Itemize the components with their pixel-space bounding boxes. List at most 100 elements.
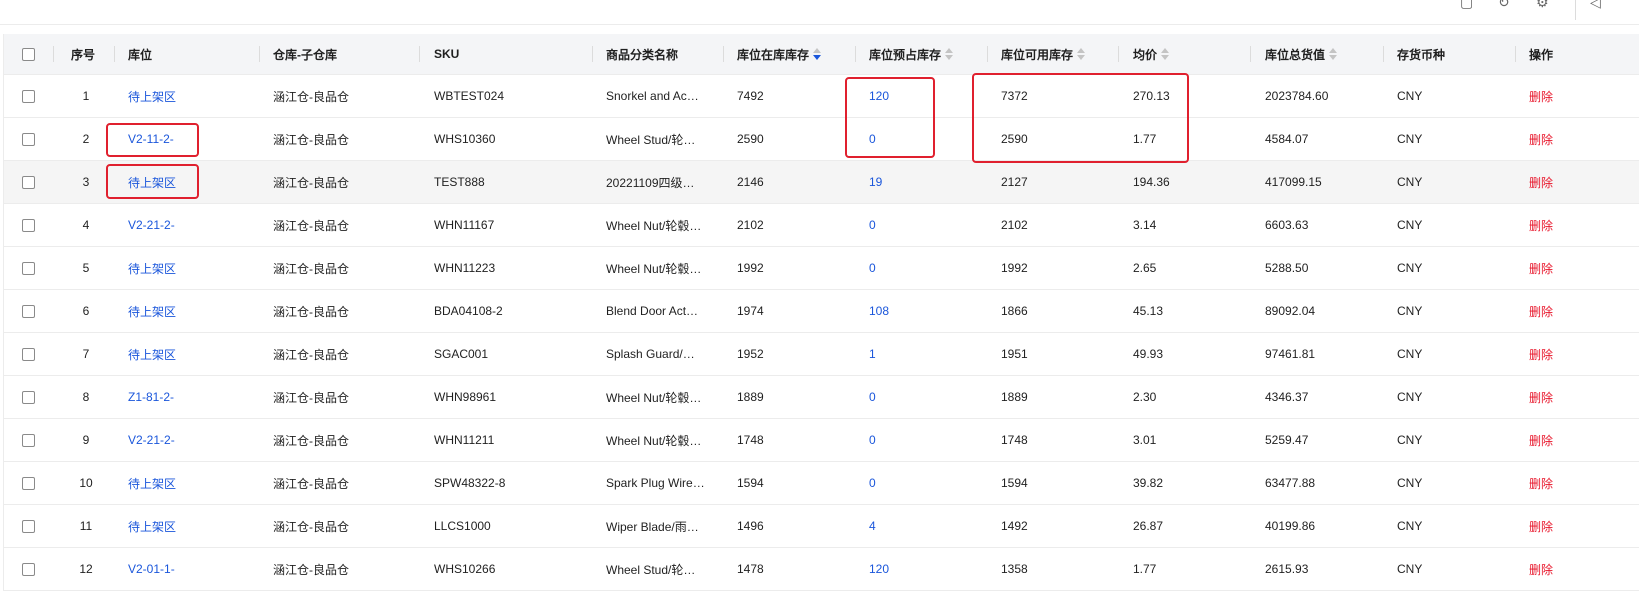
- cell-action[interactable]: 删除: [1529, 419, 1609, 461]
- col-in-stock[interactable]: 库位在库库存: [737, 34, 852, 74]
- row-checkbox[interactable]: [22, 132, 35, 146]
- row-select-cell: [22, 247, 42, 289]
- cell-index: 8: [82, 390, 90, 404]
- cell-action[interactable]: 删除: [1529, 290, 1609, 332]
- col-total-value[interactable]: 库位总货值: [1265, 34, 1375, 74]
- row-select-cell: [22, 161, 42, 203]
- row-checkbox[interactable]: [22, 304, 35, 318]
- cell-action[interactable]: 删除: [1529, 118, 1609, 160]
- cell-location[interactable]: 待上架区: [128, 75, 248, 117]
- cell-sku: TEST888: [434, 175, 485, 189]
- header-divider: [1515, 46, 1516, 62]
- cell-location[interactable]: Z1-81-2-: [128, 376, 248, 418]
- col-available[interactable]: 库位可用库存: [1001, 34, 1121, 74]
- cell-location[interactable]: V2-01-1-: [128, 548, 248, 590]
- cell-reserved[interactable]: 0: [869, 247, 979, 289]
- row-checkbox[interactable]: [22, 218, 35, 232]
- col-avg-price[interactable]: 均价: [1133, 34, 1233, 74]
- cell-currency: CNY: [1397, 218, 1423, 232]
- row-select-cell: [22, 548, 42, 590]
- cell-location[interactable]: 待上架区: [128, 505, 248, 547]
- row-checkbox[interactable]: [22, 562, 35, 576]
- cell-action[interactable]: 删除: [1529, 247, 1609, 289]
- cell-available: 1594: [1001, 476, 1028, 490]
- col-actions: 操作: [1529, 47, 1554, 62]
- cell-currency: CNY: [1397, 304, 1423, 318]
- cell-action[interactable]: 删除: [1529, 505, 1609, 547]
- cell-location[interactable]: V2-21-2-: [128, 204, 248, 246]
- row-checkbox[interactable]: [22, 433, 35, 447]
- cell-reserved[interactable]: 0: [869, 204, 979, 246]
- row-select-cell: [22, 75, 42, 117]
- cell-sku: BDA04108-2: [434, 304, 503, 318]
- cell-warehouse: 涵江仓-良品仓: [273, 304, 349, 319]
- cell-category: Splash Guard/…: [606, 347, 695, 361]
- cell-warehouse: 涵江仓-良品仓: [273, 175, 349, 190]
- cell-action[interactable]: 删除: [1529, 161, 1609, 203]
- sort-icon[interactable]: [1077, 47, 1086, 61]
- sort-icon[interactable]: [945, 47, 954, 61]
- col-total-value-label: 库位总货值: [1265, 47, 1326, 62]
- cell-sku: WHN11211: [434, 433, 495, 447]
- cell-warehouse: 涵江仓-良品仓: [273, 519, 349, 534]
- row-checkbox[interactable]: [22, 390, 35, 404]
- cell-location[interactable]: V2-21-2-: [128, 419, 248, 461]
- cell-action[interactable]: 删除: [1529, 462, 1609, 504]
- settings-icon[interactable]: ⚙: [1536, 0, 1549, 11]
- cell-available: 2127: [1001, 175, 1028, 189]
- cell-action[interactable]: 删除: [1529, 333, 1609, 375]
- cell-action[interactable]: 删除: [1529, 548, 1609, 590]
- cell-reserved[interactable]: 0: [869, 462, 979, 504]
- sort-desc-icon[interactable]: [813, 47, 822, 61]
- cell-in-stock: 2146: [737, 175, 764, 189]
- header-divider: [53, 46, 54, 62]
- panel-icon[interactable]: ◁: [1590, 0, 1601, 11]
- cell-location[interactable]: 待上架区: [128, 462, 248, 504]
- cell-avg-price: 45.13: [1133, 304, 1164, 318]
- row-checkbox[interactable]: [22, 347, 35, 361]
- cell-total-value: 2023784.60: [1265, 89, 1329, 103]
- row-select-cell: [22, 204, 42, 246]
- row-checkbox[interactable]: [22, 476, 35, 490]
- cell-reserved[interactable]: 108: [869, 290, 979, 332]
- header-divider: [1383, 46, 1384, 62]
- select-all-checkbox[interactable]: [22, 47, 35, 61]
- cell-action[interactable]: 删除: [1529, 204, 1609, 246]
- sort-icon[interactable]: [1329, 47, 1338, 61]
- cell-location[interactable]: 待上架区: [128, 333, 248, 375]
- header-divider: [259, 46, 260, 62]
- cell-in-stock: 1952: [737, 347, 764, 361]
- row-checkbox[interactable]: [22, 261, 35, 275]
- refresh-icon[interactable]: ↻: [1498, 0, 1510, 11]
- cell-location[interactable]: 待上架区: [128, 247, 248, 289]
- cell-reserved[interactable]: 0: [869, 419, 979, 461]
- cell-currency: CNY: [1397, 562, 1423, 576]
- cell-currency: CNY: [1397, 390, 1423, 404]
- cell-reserved[interactable]: 19: [869, 161, 979, 203]
- cell-warehouse: 涵江仓-良品仓: [273, 390, 349, 405]
- cell-reserved[interactable]: 4: [869, 505, 979, 547]
- row-checkbox[interactable]: [22, 89, 35, 103]
- annotation-box-reserved: [845, 77, 935, 158]
- cell-reserved[interactable]: 120: [869, 548, 979, 590]
- export-icon[interactable]: ▢: [1460, 0, 1473, 11]
- cell-action[interactable]: 删除: [1529, 376, 1609, 418]
- cell-available: 1866: [1001, 304, 1028, 318]
- col-sku: SKU: [434, 47, 460, 61]
- row-checkbox[interactable]: [22, 175, 35, 189]
- sort-icon[interactable]: [1161, 47, 1170, 61]
- cell-action[interactable]: 删除: [1529, 75, 1609, 117]
- row-checkbox[interactable]: [22, 519, 35, 533]
- cell-sku: SGAC001: [434, 347, 489, 361]
- cell-warehouse: 涵江仓-良品仓: [273, 132, 349, 147]
- cell-reserved[interactable]: 0: [869, 376, 979, 418]
- cell-location[interactable]: 待上架区: [128, 290, 248, 332]
- cell-warehouse: 涵江仓-良品仓: [273, 218, 349, 233]
- cell-index: 2: [82, 132, 90, 146]
- col-in-stock-label: 库位在库库存: [737, 47, 810, 62]
- cell-available: 1889: [1001, 390, 1028, 404]
- col-reserved[interactable]: 库位预占库存: [869, 34, 984, 74]
- cell-total-value: 5288.50: [1265, 261, 1309, 275]
- cell-in-stock: 1889: [737, 390, 764, 404]
- cell-reserved[interactable]: 1: [869, 333, 979, 375]
